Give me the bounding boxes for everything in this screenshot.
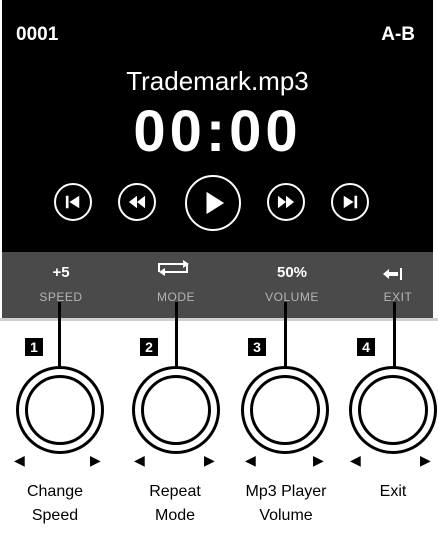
- volume-label: VOLUME: [265, 290, 319, 304]
- skip-previous-icon: [65, 195, 80, 209]
- knob-number-2: 2: [140, 338, 158, 356]
- left-arrow-icon: ◀: [350, 452, 361, 468]
- repeat-mode-icon: [158, 260, 189, 276]
- skip-next-button[interactable]: [331, 183, 369, 221]
- knob-caption-2: Repeat Mode: [149, 483, 201, 524]
- volume-knob[interactable]: [241, 366, 329, 454]
- rewind-icon: [128, 195, 146, 209]
- speed-label: SPEED: [39, 290, 83, 304]
- track-number: 0001: [16, 24, 59, 45]
- right-arrow-icon: ▶: [204, 452, 215, 468]
- connector-line: [393, 302, 396, 376]
- right-arrow-icon: ▶: [313, 452, 324, 468]
- speed-value: +5: [52, 264, 70, 281]
- track-filename: Trademark.mp3: [126, 66, 309, 96]
- right-arrow-icon: ▶: [420, 452, 431, 468]
- fast-forward-icon: [277, 195, 295, 209]
- connector-line: [175, 302, 178, 376]
- knob-caption-4: Exit: [379, 483, 407, 500]
- knob-caption-1: Change Speed: [26, 483, 84, 524]
- function-strip: +5 SPEED MODE 50% VOLUME EXIT: [2, 252, 433, 318]
- left-arrow-icon: ◀: [134, 452, 145, 468]
- connector-line: [284, 302, 287, 376]
- player-screen: 0001 A-B Trademark.mp3 00:00 +5 SPEED MO…: [2, 0, 433, 318]
- left-arrow-icon: ◀: [14, 452, 25, 468]
- skip-previous-button[interactable]: [54, 183, 92, 221]
- speed-knob[interactable]: [16, 366, 104, 454]
- knob-number-3: 3: [248, 338, 266, 356]
- ab-repeat-label[interactable]: A-B: [381, 24, 415, 46]
- left-arrow-icon: ◀: [245, 452, 256, 468]
- connector-line: [58, 302, 61, 376]
- right-arrow-icon: ▶: [90, 452, 101, 468]
- rewind-button[interactable]: [118, 183, 156, 221]
- knob-number-1: 1: [25, 338, 43, 356]
- playback-time: 00:00: [133, 99, 302, 164]
- play-icon: [206, 191, 225, 215]
- play-button[interactable]: [185, 175, 241, 231]
- divider: [0, 318, 438, 321]
- volume-value: 50%: [276, 264, 308, 281]
- fast-forward-button[interactable]: [267, 183, 305, 221]
- knob-number-4: 4: [357, 338, 375, 356]
- knob-caption-3: Mp3 Player Volume: [245, 483, 327, 524]
- repeat-mode-knob[interactable]: [132, 366, 220, 454]
- exit-knob[interactable]: [349, 366, 437, 454]
- exit-icon: [383, 268, 402, 280]
- skip-next-icon: [343, 195, 358, 209]
